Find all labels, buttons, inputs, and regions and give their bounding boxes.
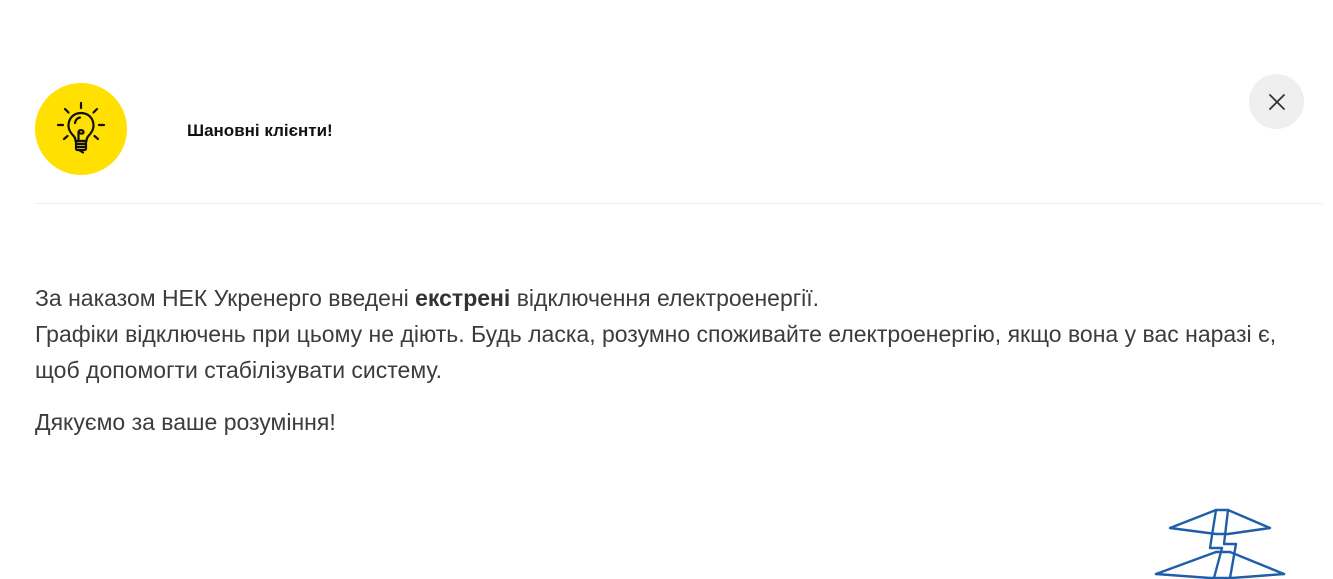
lightbulb-icon bbox=[56, 101, 106, 154]
power-pylon-icon bbox=[1154, 508, 1286, 579]
message-line1-suffix: відключення електроенергії. bbox=[510, 285, 820, 311]
modal-header: Шановні клієнти! bbox=[35, 83, 1035, 175]
header-divider bbox=[35, 203, 1323, 204]
lightbulb-badge bbox=[35, 83, 127, 175]
message-line1-prefix: За наказом НЕК Укренерго введені bbox=[35, 285, 416, 311]
notice-modal: Шановні клієнти! За наказом НЕК Укренерг… bbox=[0, 0, 1333, 579]
message-line2: Графіки відключень при цьому не діють. Б… bbox=[35, 321, 1277, 383]
message-body: За наказом НЕК Укренерго введені екстрен… bbox=[35, 280, 1315, 440]
message-emphasis: екстрені bbox=[415, 285, 511, 311]
close-button[interactable] bbox=[1249, 74, 1304, 129]
thanks-text: Дякуємо за ваше розуміння! bbox=[35, 409, 336, 435]
close-icon bbox=[1268, 93, 1285, 110]
modal-title: Шановні клієнти! bbox=[187, 121, 333, 140]
message-paragraph: За наказом НЕК Укренерго введені екстрен… bbox=[35, 280, 1315, 388]
power-pylon-logo bbox=[1150, 504, 1290, 579]
